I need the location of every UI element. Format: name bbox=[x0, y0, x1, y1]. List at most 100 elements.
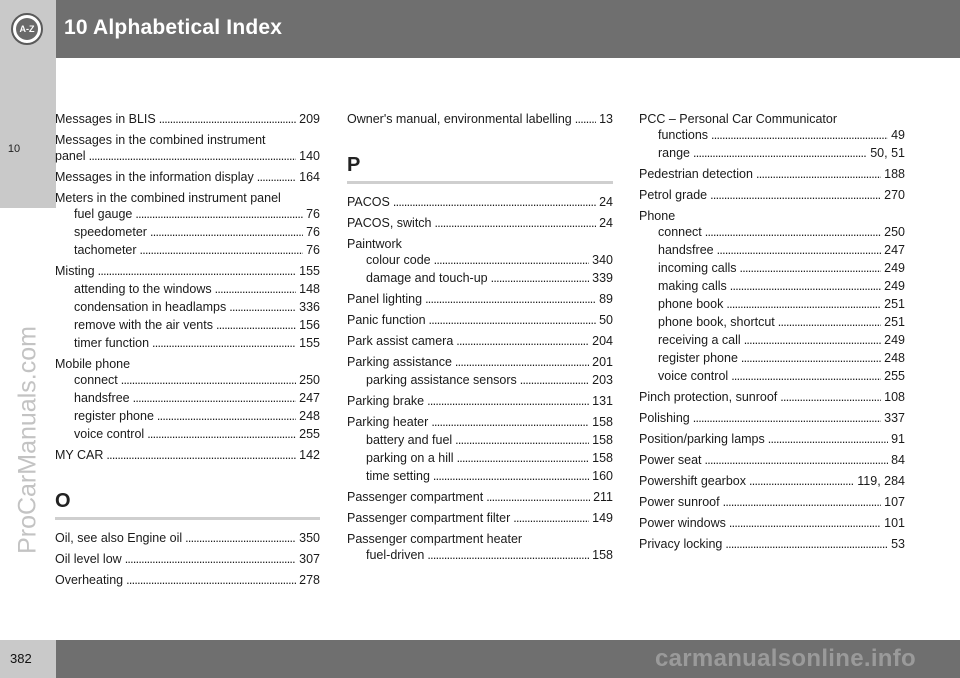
entry-text: Power seat bbox=[639, 453, 702, 467]
page-ref: 107 bbox=[884, 495, 905, 509]
entry-text: register phone bbox=[658, 351, 738, 365]
entry-text: Privacy locking bbox=[639, 537, 723, 551]
index-column-3: PCC – Personal Car Communicator functions… bbox=[639, 112, 905, 555]
page-ref: 140 bbox=[299, 149, 320, 163]
index-subentry: incoming calls 249 bbox=[639, 261, 905, 275]
page-ref: 270 bbox=[884, 188, 905, 202]
index-subentry: phone book 251 bbox=[639, 297, 905, 311]
page-ref: 249 bbox=[884, 333, 905, 347]
page-ref: 76 bbox=[306, 225, 320, 239]
leader-dots bbox=[749, 474, 854, 488]
entry-text: PACOS bbox=[347, 195, 390, 209]
index-entry: Overheating 278 bbox=[55, 573, 320, 587]
leader-dots bbox=[717, 243, 882, 257]
page-ref: 339 bbox=[592, 271, 613, 285]
index-entry: Messages in BLIS 209 bbox=[55, 112, 320, 126]
index-subentry: colour code 340 bbox=[347, 253, 613, 267]
index-heading: Phone bbox=[639, 209, 676, 223]
page-title: 10 Alphabetical Index bbox=[64, 16, 283, 39]
index-entry: Messages in the information display 164 bbox=[55, 170, 320, 184]
index-entry: Oil level low 307 bbox=[55, 552, 320, 566]
page-ref: 119, 284 bbox=[857, 474, 905, 488]
entry-text: Messages in BLIS bbox=[55, 112, 156, 126]
page-ref: 76 bbox=[306, 243, 320, 257]
leader-dots bbox=[456, 334, 589, 348]
leader-dots bbox=[513, 511, 589, 525]
page-ref: 89 bbox=[599, 292, 613, 306]
leader-dots bbox=[135, 207, 303, 221]
leader-dots bbox=[455, 433, 589, 447]
page-number: 382 bbox=[10, 651, 32, 666]
section-letter: P bbox=[347, 154, 613, 184]
leader-dots bbox=[726, 297, 881, 311]
entry-text: Panic function bbox=[347, 313, 426, 327]
leader-dots bbox=[723, 495, 882, 509]
page-ref: 249 bbox=[884, 261, 905, 275]
entry-text: panel bbox=[55, 149, 86, 163]
page-ref: 160 bbox=[592, 469, 613, 483]
leader-dots bbox=[229, 300, 296, 314]
page-ref: 247 bbox=[299, 391, 320, 405]
leader-dots bbox=[435, 216, 597, 230]
page-ref: 49 bbox=[891, 128, 905, 142]
leader-dots bbox=[147, 427, 296, 441]
leader-dots bbox=[157, 409, 296, 423]
page-ref: 255 bbox=[299, 427, 320, 441]
entry-text: connect bbox=[74, 373, 118, 387]
page-ref: 250 bbox=[299, 373, 320, 387]
page-ref: 307 bbox=[299, 552, 320, 566]
index-subentry: fuel gauge 76 bbox=[55, 207, 320, 221]
entry-text: timer function bbox=[74, 336, 150, 350]
leader-dots bbox=[768, 432, 888, 446]
leader-dots bbox=[429, 313, 597, 327]
index-subentry: remove with the air vents 156 bbox=[55, 318, 320, 332]
page-ref: 148 bbox=[299, 282, 320, 296]
entry-text: fuel gauge bbox=[74, 207, 133, 221]
entry-text: Position/parking lamps bbox=[639, 432, 765, 446]
leader-dots bbox=[427, 394, 589, 408]
index-subentry: timer function 155 bbox=[55, 336, 320, 350]
page-ref: 155 bbox=[299, 264, 320, 278]
index-entry: Park assist camera 204 bbox=[347, 334, 613, 348]
leader-dots bbox=[705, 453, 889, 467]
index-subentry: voice control 255 bbox=[55, 427, 320, 441]
page-ref: 131 bbox=[592, 394, 613, 408]
leader-dots bbox=[778, 315, 881, 329]
leader-dots bbox=[780, 390, 881, 404]
entry-text: Powershift gearbox bbox=[639, 474, 747, 488]
index-subentry: tachometer 76 bbox=[55, 243, 320, 257]
page-ref: 158 bbox=[592, 548, 613, 562]
leader-dots bbox=[729, 516, 881, 530]
entry-text: parking assistance sensors bbox=[366, 373, 517, 387]
index-entry: Oil, see also Engine oil 350 bbox=[55, 531, 320, 545]
entry-text: phone book, shortcut bbox=[658, 315, 775, 329]
index-entry: Parking assistance 201 bbox=[347, 355, 613, 369]
entry-text: Overheating bbox=[55, 573, 124, 587]
leader-dots bbox=[710, 188, 881, 202]
page-ref: 164 bbox=[299, 170, 320, 184]
leader-dots bbox=[125, 552, 296, 566]
index-heading: Meters in the combined instrument panel bbox=[55, 191, 281, 205]
header-tab: A-Z bbox=[0, 0, 56, 58]
page-ref: 248 bbox=[299, 409, 320, 423]
entry-text: making calls bbox=[658, 279, 727, 293]
index-subentry: handsfree 247 bbox=[55, 391, 320, 405]
page-ref: 211 bbox=[593, 490, 613, 504]
page-ref: 158 bbox=[592, 433, 613, 447]
page-ref: 340 bbox=[592, 253, 613, 267]
leader-dots bbox=[106, 448, 296, 462]
index-subentry: time setting 160 bbox=[347, 469, 613, 483]
entry-text: Parking assistance bbox=[347, 355, 452, 369]
leader-dots bbox=[731, 369, 881, 383]
page-ref: 158 bbox=[592, 415, 613, 429]
index-entry: Pedestrian detection 188 bbox=[639, 167, 905, 181]
index-subentry: range 50, 51 bbox=[639, 146, 905, 160]
entry-text: Misting bbox=[55, 264, 95, 278]
entry-text: incoming calls bbox=[658, 261, 737, 275]
a-z-index-icon: A-Z bbox=[11, 13, 43, 45]
leader-dots bbox=[744, 333, 881, 347]
index-heading: Passenger compartment heater bbox=[347, 532, 523, 546]
index-entry: PACOS, switch 24 bbox=[347, 216, 613, 230]
index-entry: Owner's manual, environmental labelling 1… bbox=[347, 112, 613, 126]
page-ref: 247 bbox=[884, 243, 905, 257]
